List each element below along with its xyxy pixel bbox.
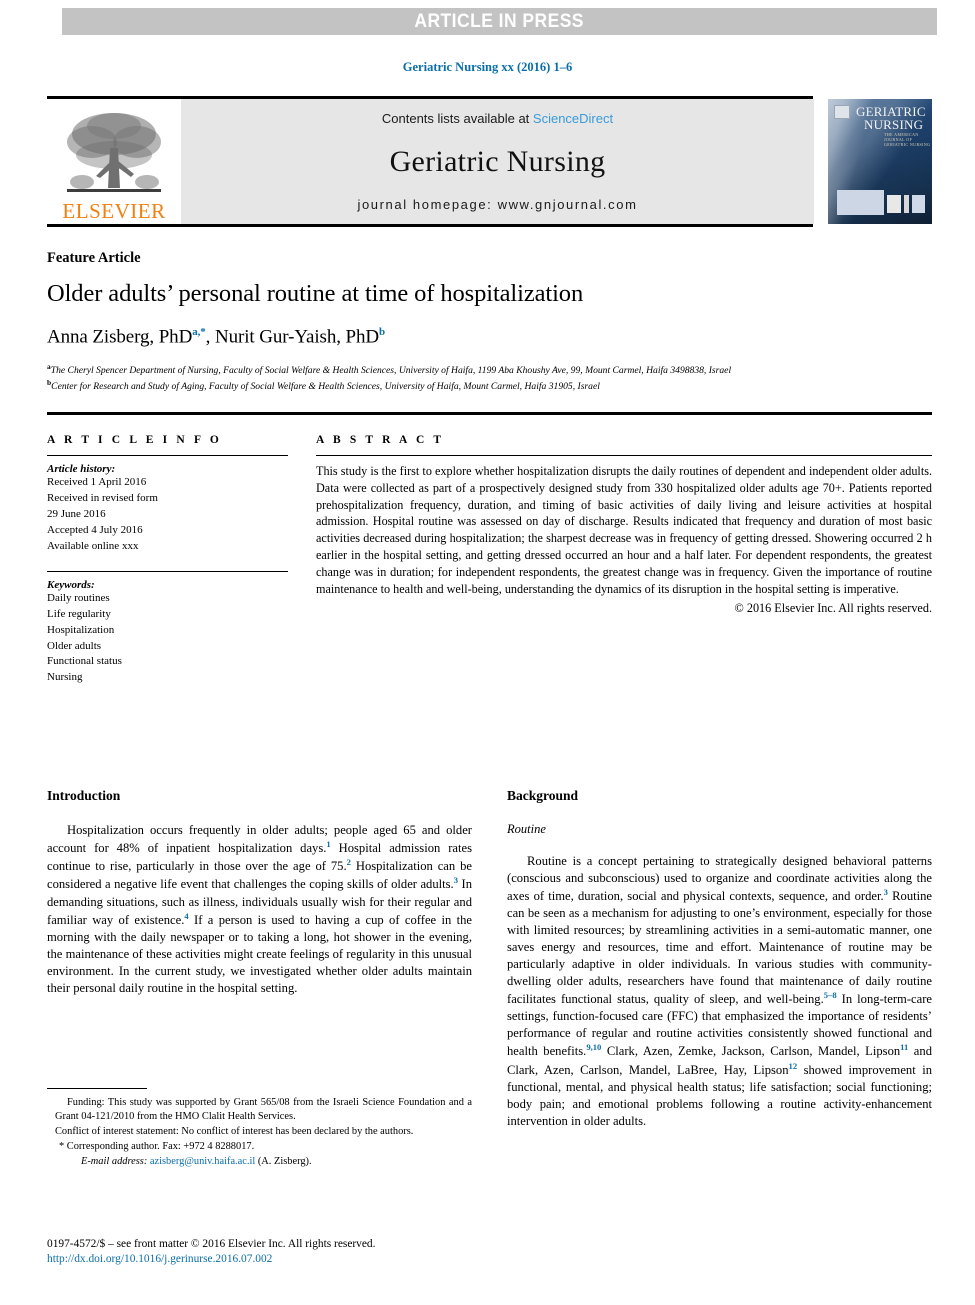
abstract-text: This study is the first to explore wheth… — [316, 464, 932, 596]
affiliation-b: bCenter for Research and Study of Aging,… — [47, 378, 932, 394]
email-address-label: E-mail address: — [81, 1156, 148, 1168]
text-run: Routine is a concept pertaining to strat… — [507, 854, 932, 904]
affiliation-list: aThe Cheryl Spencer Department of Nursin… — [47, 362, 932, 394]
keyword-item: Nursing — [47, 671, 83, 684]
background-heading: Background — [507, 788, 579, 803]
journal-citation-line: Geriatric Nursing xx (2016) 1–6 — [402, 60, 573, 74]
article-header: Feature Article Older adults’ personal r… — [47, 250, 932, 395]
corresponding-author-note: * Corresponding author. Fax: +972 4 8288… — [59, 1141, 255, 1153]
history-item: Accepted 4 July 2016 — [47, 523, 143, 536]
history-item: Received in revised form — [47, 491, 158, 504]
left-column: Introduction Hospitalization occurs freq… — [47, 788, 472, 1130]
affiliation-b-text: Center for Research and Study of Aging, … — [51, 381, 600, 393]
journal-info-box: Contents lists available at ScienceDirec… — [181, 99, 814, 224]
doi-link[interactable]: http://dx.doi.org/10.1016/j.gerinurse.20… — [47, 1252, 547, 1267]
elsevier-logo: ELSEVIER — [47, 99, 181, 224]
journal-masthead: ELSEVIER Contents lists available at Sci… — [47, 96, 932, 227]
background-paragraph: Routine is a concept pertaining to strat… — [507, 853, 932, 1130]
journal-homepage-line[interactable]: journal homepage: www.gnjournal.com — [357, 197, 637, 212]
author-2-name: Nurit Gur-Yaish, PhD — [214, 326, 380, 348]
author-list: Anna Zisberg, PhDa,*, Nurit Gur-Yaish, P… — [47, 326, 932, 348]
footnote-block: Funding: This study was supported by Gra… — [47, 1088, 472, 1170]
cover-journal-title: GERIATRIC NURSING — [856, 105, 926, 131]
affiliation-a-text: The Cheryl Spencer Department of Nursing… — [50, 365, 732, 377]
body-columns: Introduction Hospitalization occurs freq… — [47, 788, 932, 1130]
abstract-rule — [316, 455, 932, 456]
masthead-body: ELSEVIER Contents lists available at Sci… — [47, 99, 932, 224]
introduction-heading: Introduction — [47, 788, 121, 803]
keywords-label: Keywords: — [47, 578, 95, 591]
author-email-link[interactable]: azisberg@univ.haifa.ac.il — [150, 1156, 255, 1167]
article-history-label: Article history: — [47, 463, 116, 475]
text-run: Routine can be seen as a mechanism for a… — [507, 889, 932, 1007]
issn-copyright-line: 0197-4572/$ – see front matter © 2016 El… — [47, 1238, 376, 1250]
keyword-item: Functional status — [47, 655, 122, 668]
cover-badges — [887, 195, 925, 213]
article-info-column: A R T I C L E I N F O Article history: R… — [47, 434, 316, 686]
abstract-column: A B S T R A C T This study is the first … — [316, 434, 932, 686]
journal-title: Geriatric Nursing — [389, 144, 606, 178]
keyword-item: Daily routines — [47, 591, 110, 604]
cover-subtitle: THE AMERICAN JOURNAL OF GERIATRIC NURSIN… — [884, 132, 931, 147]
history-item: Received 1 April 2016 — [47, 476, 147, 488]
journal-cover-thumbnail: GERIATRIC NURSING THE AMERICAN JOURNAL O… — [828, 99, 932, 224]
abstract-copyright: © 2016 Elsevier Inc. All rights reserved… — [734, 600, 932, 615]
text-run: Clark, Azen, Zemke, Jackson, Carlson, Ma… — [601, 1044, 901, 1059]
journal-cover-image: GERIATRIC NURSING THE AMERICAN JOURNAL O… — [828, 99, 932, 224]
info-abstract-region: A R T I C L E I N F O Article history: R… — [47, 434, 932, 686]
citation-ref[interactable]: 9,10 — [586, 1042, 601, 1052]
author-separator: , — [205, 326, 215, 348]
article-info-heading: A R T I C L E I N F O — [47, 434, 222, 446]
keywords-rule — [47, 570, 288, 572]
keyword-item: Hospitalization — [47, 623, 115, 636]
article-type-label: Feature Article — [47, 250, 141, 266]
contents-available-line: Contents lists available at ScienceDirec… — [382, 111, 613, 126]
conflict-of-interest-note: Conflict of interest statement: No confl… — [55, 1126, 414, 1138]
contents-prefix: Contents lists available at — [381, 111, 533, 126]
history-item: Available online xxx — [47, 539, 139, 552]
keyword-item: Older adults — [47, 639, 102, 652]
article-history-list: Received 1 April 2016 Received in revise… — [47, 475, 316, 555]
author-1-marks[interactable]: a,* — [192, 326, 206, 338]
article-info-rule — [47, 455, 288, 456]
article-in-press-label: ARTICLE IN PRESS — [414, 10, 585, 32]
masthead-bottom-rule — [47, 224, 813, 227]
abstract-heading: A B S T R A C T — [316, 434, 445, 446]
keyword-item: Life regularity — [47, 607, 111, 620]
email-note: E-mail address: azisberg@univ.haifa.ac.i… — [47, 1155, 472, 1169]
funding-note: Funding: This study was supported by Gra… — [55, 1097, 472, 1123]
imprint-block: 0197-4572/$ – see front matter © 2016 El… — [47, 1237, 547, 1268]
citation-ref[interactable]: 5–8 — [824, 990, 837, 1000]
cover-white-panel — [837, 190, 884, 215]
email-suffix: (A. Zisberg). — [255, 1156, 312, 1168]
cover-title-line2: NURSING — [864, 117, 924, 132]
article-in-press-banner: ARTICLE IN PRESS — [62, 8, 937, 35]
routine-subheading: Routine — [507, 822, 546, 836]
history-item: 29 June 2016 — [47, 507, 106, 520]
citation-ref[interactable]: 12 — [789, 1061, 798, 1071]
author-1-name: Anna Zisberg, PhD — [47, 326, 193, 348]
section-divider-rule — [47, 412, 932, 415]
affiliation-a: aThe Cheryl Spencer Department of Nursin… — [47, 362, 932, 378]
elsevier-tree-icon — [67, 113, 161, 192]
sciencedirect-link[interactable]: ScienceDirect — [533, 111, 613, 126]
introduction-paragraph: Hospitalization occurs frequently in old… — [47, 822, 472, 997]
elsevier-wordmark: ELSEVIER — [62, 199, 166, 223]
cover-publisher-logo-icon — [834, 105, 850, 119]
keywords-list: Daily routines Life regularity Hospitali… — [47, 591, 316, 687]
page-title: Older adults’ personal routine at time o… — [47, 280, 584, 307]
footnote-rule — [47, 1088, 147, 1089]
author-2-marks[interactable]: b — [379, 326, 385, 338]
right-column: Background Routine Routine is a concept … — [507, 788, 932, 1130]
